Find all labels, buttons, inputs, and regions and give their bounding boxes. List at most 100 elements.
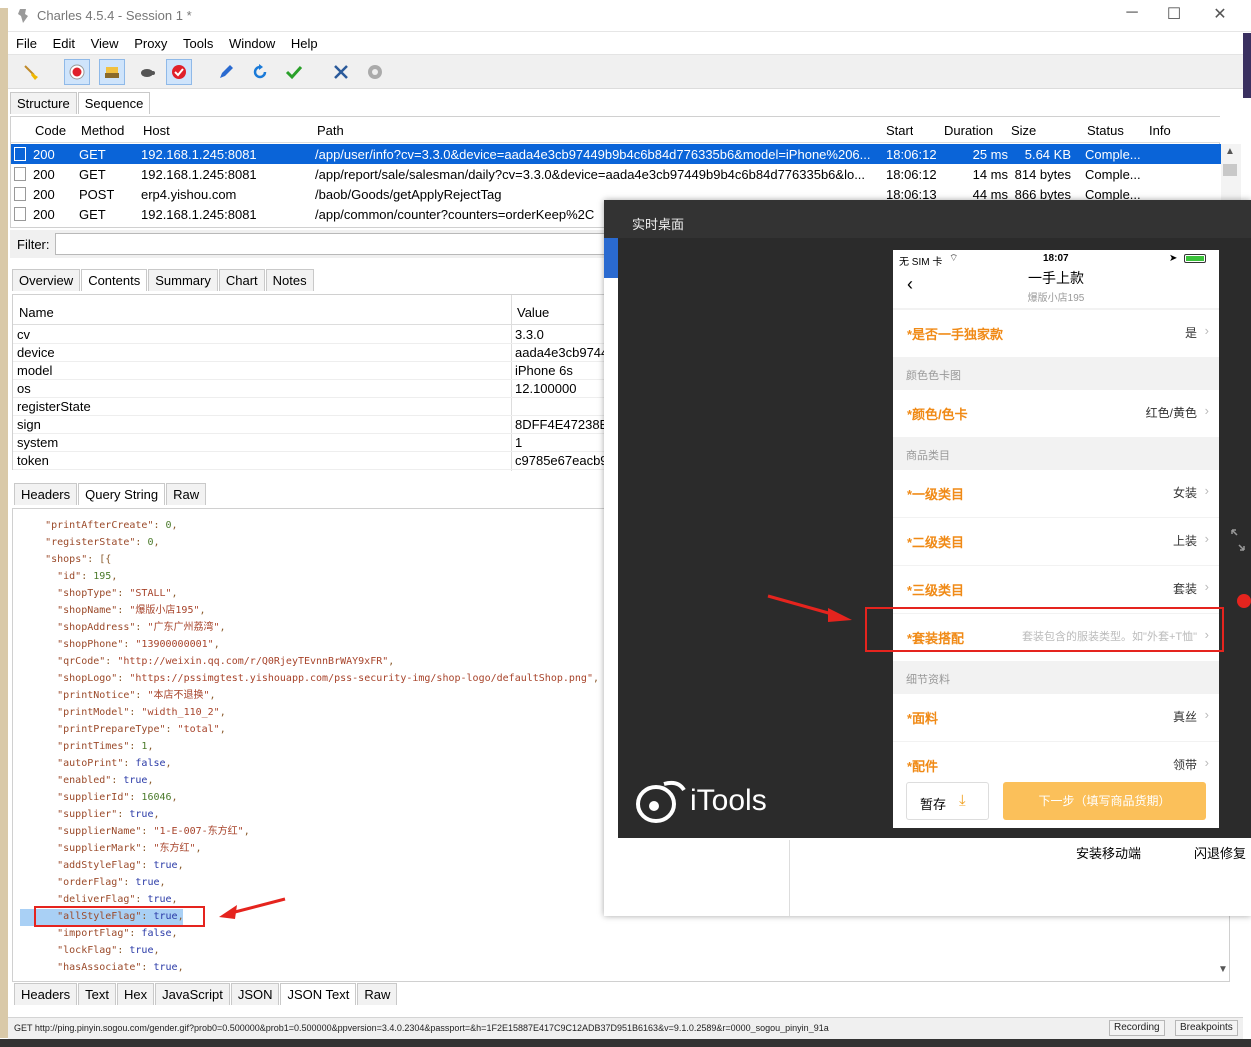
menu-view[interactable]: View bbox=[91, 36, 119, 51]
param-row[interactable]: os 12.100000 bbox=[13, 380, 608, 398]
tab-resp-json-text[interactable]: JSON Text bbox=[280, 983, 357, 1005]
turtle-icon[interactable] bbox=[134, 59, 160, 85]
param-row[interactable]: model iPhone 6s bbox=[13, 362, 608, 380]
tab-structure[interactable]: Structure bbox=[10, 92, 77, 114]
tools-icon[interactable] bbox=[328, 59, 354, 85]
form-row[interactable]: *一级类目 女装 › bbox=[893, 470, 1219, 517]
json-sep: : [{ bbox=[87, 554, 112, 565]
tab-notes[interactable]: Notes bbox=[265, 269, 314, 291]
settings-icon[interactable] bbox=[362, 59, 388, 85]
col-start[interactable]: Start bbox=[886, 123, 913, 138]
tab-resp-javascript[interactable]: JavaScript bbox=[155, 983, 230, 1005]
breakpoints-icon[interactable] bbox=[166, 59, 192, 85]
sequence-row[interactable]: 200 GET 192.168.1.245:8081/app/report/sale… bbox=[11, 164, 1221, 184]
save-draft-button[interactable]: 暂存 ⤓ bbox=[906, 782, 989, 820]
record-icon[interactable] bbox=[64, 59, 90, 85]
document-icon bbox=[14, 187, 26, 201]
repeat-icon[interactable] bbox=[247, 59, 273, 85]
json-key: "qrCode" bbox=[57, 656, 106, 667]
form-row[interactable]: *是否一手独家款 是 › bbox=[893, 310, 1219, 357]
param-row[interactable]: sign 8DFF4E47238B4 bbox=[13, 416, 608, 434]
tab-req-headers[interactable]: Headers bbox=[14, 483, 78, 505]
json-line: "shopLogo": "https://pssimgtest.yishouap… bbox=[21, 670, 599, 687]
menu-window[interactable]: Window bbox=[229, 36, 275, 51]
form-row[interactable]: *面料 真丝 › bbox=[893, 694, 1219, 741]
param-row[interactable]: registerState bbox=[13, 398, 608, 416]
menu-proxy[interactable]: Proxy bbox=[134, 36, 167, 51]
json-comma: , bbox=[171, 588, 178, 599]
breakpoints-button[interactable]: Breakpoints bbox=[1175, 1020, 1238, 1036]
json-sep: : bbox=[129, 741, 142, 752]
recording-button[interactable]: Recording bbox=[1109, 1020, 1165, 1036]
sequence-cell: GET bbox=[79, 147, 106, 162]
scroll-thumb[interactable] bbox=[1223, 164, 1237, 176]
tab-resp-headers[interactable]: Headers bbox=[14, 983, 78, 1005]
json-line: "qrCode": "http://weixin.qq.com/r/Q0Rjey… bbox=[21, 653, 599, 670]
param-row[interactable]: token c9785e67eacb9 bbox=[13, 452, 608, 470]
tab-resp-hex[interactable]: Hex bbox=[116, 983, 155, 1005]
col-code[interactable]: Code bbox=[35, 123, 66, 138]
filter-label: Filter: bbox=[17, 237, 50, 252]
col-host[interactable]: Host bbox=[143, 123, 170, 138]
col-info[interactable]: Info bbox=[1149, 123, 1171, 138]
tab-req-raw[interactable]: Raw bbox=[166, 483, 207, 505]
tab-overview[interactable]: Overview bbox=[12, 269, 81, 291]
menu-help[interactable]: Help bbox=[291, 36, 318, 51]
param-row[interactable]: cv 3.3.0 bbox=[13, 326, 608, 344]
param-name: model bbox=[17, 363, 53, 378]
expand-icon[interactable] bbox=[1230, 528, 1246, 552]
next-step-button[interactable]: 下一步（填写商品货期） bbox=[1003, 782, 1206, 820]
col-method[interactable]: Method bbox=[81, 123, 124, 138]
sequence-cell: 192.168.1.245:8081 bbox=[141, 207, 257, 222]
param-row[interactable]: device aada4e3cb9744 bbox=[13, 344, 608, 362]
form-row[interactable]: *三级类目 套装 › bbox=[893, 566, 1219, 613]
form-row[interactable]: *颜色/色卡 红色/黄色 › bbox=[893, 390, 1219, 437]
scroll-up-icon[interactable]: ▲ bbox=[1225, 146, 1235, 157]
install-mobile-link[interactable]: 安装移动端 bbox=[1076, 843, 1141, 862]
form-row[interactable]: *二级类目 上装 › bbox=[893, 518, 1219, 565]
maximize-button[interactable]: ☐ bbox=[1162, 4, 1186, 26]
document-icon bbox=[14, 207, 26, 221]
sequence-row[interactable]: 200 GET 192.168.1.245:8081/app/user/info?c… bbox=[11, 144, 1221, 164]
validate-icon[interactable] bbox=[281, 59, 307, 85]
json-value: "广东广州荔湾" bbox=[147, 622, 220, 633]
menu-tools[interactable]: Tools bbox=[183, 36, 213, 51]
tab-resp-json[interactable]: JSON bbox=[230, 983, 280, 1005]
json-key: "importFlag" bbox=[57, 928, 130, 939]
sequence-cell: /app/report/sale/salesman/daily?cv=3.3.0… bbox=[315, 167, 866, 182]
compose-icon[interactable] bbox=[213, 59, 239, 85]
param-row[interactable]: system 1 bbox=[13, 434, 608, 452]
broom-icon[interactable] bbox=[18, 59, 44, 85]
filter-input[interactable] bbox=[55, 233, 615, 255]
col-path[interactable]: Path bbox=[317, 123, 344, 138]
tab-summary[interactable]: Summary bbox=[148, 269, 218, 291]
col-status[interactable]: Status bbox=[1087, 123, 1124, 138]
json-key: "hasAssociate" bbox=[57, 962, 142, 973]
tab-req-query-string[interactable]: Query String bbox=[78, 483, 166, 505]
tab-resp-raw[interactable]: Raw bbox=[357, 983, 398, 1005]
col-name[interactable]: Name bbox=[19, 305, 54, 320]
chevron-right-icon: › bbox=[1204, 403, 1209, 418]
menu-file[interactable]: File bbox=[16, 36, 37, 51]
tab-resp-text[interactable]: Text bbox=[78, 983, 116, 1005]
col-size[interactable]: Size bbox=[1011, 123, 1036, 138]
col-value[interactable]: Value bbox=[517, 305, 549, 320]
crash-repair-link[interactable]: 闪退修复 bbox=[1194, 843, 1246, 862]
tab-sequence[interactable]: Sequence bbox=[77, 92, 151, 114]
scroll-down-icon[interactable]: ▼ bbox=[1218, 964, 1228, 975]
tab-chart[interactable]: Chart bbox=[218, 269, 265, 291]
close-button[interactable]: ✕ bbox=[1208, 4, 1232, 26]
json-comma: , bbox=[177, 860, 184, 871]
menu-edit[interactable]: Edit bbox=[53, 36, 75, 51]
throttle-icon[interactable] bbox=[99, 59, 125, 85]
tab-contents[interactable]: Contents bbox=[81, 269, 148, 291]
json-sep: : bbox=[129, 792, 142, 803]
json-value: false bbox=[135, 758, 166, 769]
col-duration[interactable]: Duration bbox=[944, 123, 993, 138]
minimize-button[interactable]: ─ bbox=[1120, 4, 1144, 26]
json-line: "id": 195, bbox=[21, 568, 599, 585]
